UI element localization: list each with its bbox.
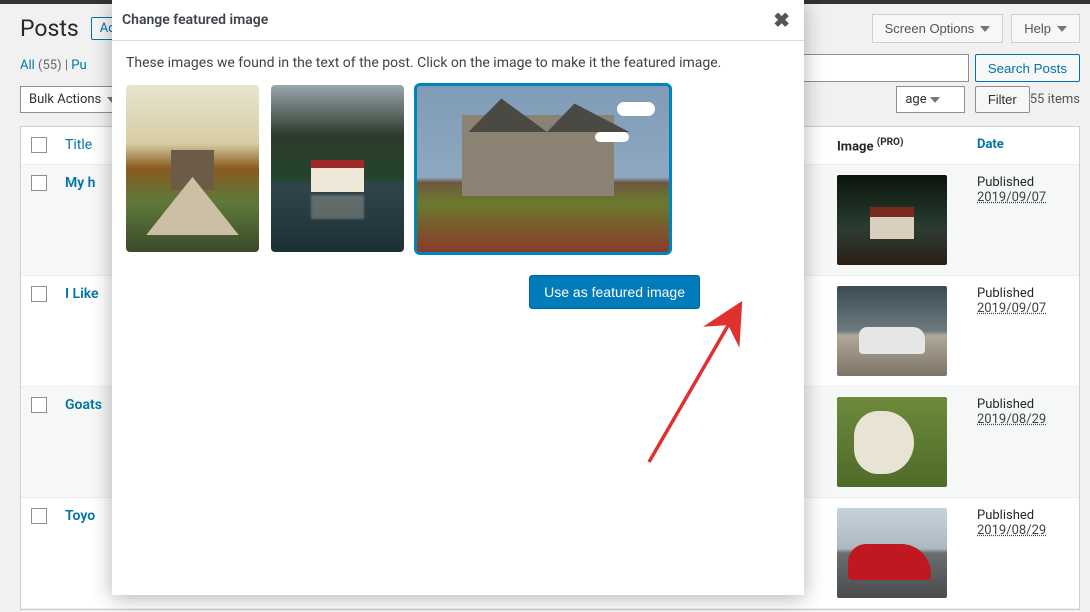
image-option-3[interactable] [416,85,670,253]
cloud-shape [617,102,655,116]
modal-header: Change featured image ✖ [112,0,804,41]
featured-image-modal: Change featured image ✖ These images we … [112,0,804,595]
image-option-2[interactable] [271,85,404,252]
image-option-1[interactable] [126,85,259,252]
modal-description: These images we found in the text of the… [126,55,790,71]
use-as-featured-button[interactable]: Use as featured image [529,275,700,309]
annotation-arrow-icon [637,290,757,470]
modal-title: Change featured image [122,12,268,28]
modal-body: These images we found in the text of the… [112,41,804,309]
modal-actions: Use as featured image [126,253,790,309]
close-icon[interactable]: ✖ [773,10,790,30]
image-options-row [126,85,790,253]
